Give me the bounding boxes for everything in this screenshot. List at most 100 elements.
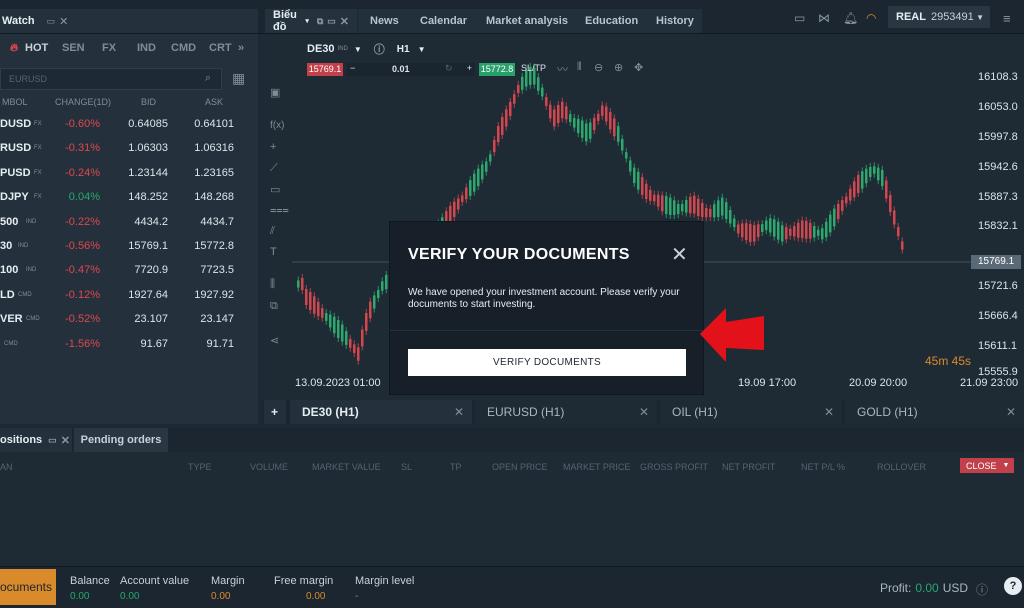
- category-cmd[interactable]: CMD: [171, 42, 196, 54]
- close-icon[interactable]: ✕: [59, 15, 68, 28]
- balance-label: Balance: [70, 575, 110, 587]
- tab-pending-orders[interactable]: Pending orders: [74, 428, 168, 452]
- symbol-type: CMD: [18, 291, 32, 298]
- crosshair-icon[interactable]: +: [270, 141, 276, 153]
- close-icon[interactable]: ✕: [671, 242, 688, 267]
- arrow-icon: [700, 308, 764, 362]
- menu-icon[interactable]: ≡: [1003, 11, 1011, 26]
- buy-button[interactable]: 15772.8: [479, 63, 515, 76]
- tab-history[interactable]: History: [656, 9, 694, 33]
- minus-icon[interactable]: −: [350, 63, 355, 73]
- function-icon[interactable]: f(x): [270, 120, 284, 131]
- category-ind[interactable]: IND: [137, 42, 156, 54]
- column-header[interactable]: MARKET PRICE: [563, 462, 630, 472]
- add-chart-button[interactable]: +: [264, 400, 286, 424]
- column-header[interactable]: NET PROFIT: [722, 462, 775, 472]
- search-input[interactable]: EURUSD ⌕: [0, 68, 222, 90]
- minimize-icon[interactable]: ▭: [47, 16, 56, 27]
- column-header[interactable]: SL: [401, 462, 412, 472]
- grid-view-icon[interactable]: ▦: [232, 70, 245, 87]
- indicator-icon[interactable]: ▣: [270, 86, 280, 99]
- sell-button[interactable]: 15769.1: [307, 63, 343, 76]
- instrument-tag: IND: [337, 46, 348, 52]
- column-header[interactable]: GROSS PROFIT: [640, 462, 708, 472]
- popout-icon[interactable]: ⧉: [317, 16, 323, 27]
- ask: 1927.92: [194, 288, 234, 301]
- column-header[interactable]: NET P/L %: [801, 462, 845, 472]
- line-chart-icon[interactable]: 〰: [557, 61, 568, 77]
- watchlist-row[interactable]: LD CMD -0.12% 1927.64 1927.92: [0, 283, 258, 307]
- minimize-icon[interactable]: ▭: [48, 435, 57, 446]
- column-header[interactable]: ROLLOVER: [877, 462, 926, 472]
- tab-market-analysis[interactable]: Market analysis: [486, 9, 568, 33]
- plus-icon[interactable]: +: [467, 63, 472, 73]
- instrument-selector[interactable]: DE30 IND ▼ ⓘ H1 ▼: [307, 41, 426, 57]
- watchlist-row[interactable]: 30 IND -0.56% 15769.1 15772.8: [0, 234, 258, 258]
- close-all-button[interactable]: CLOSE ▼: [960, 458, 1014, 473]
- close-icon[interactable]: ✕: [454, 405, 464, 419]
- zoom-out-icon[interactable]: ⊖: [594, 61, 603, 74]
- documents-button[interactable]: ocuments: [0, 569, 56, 605]
- column-header[interactable]: TYPE: [188, 462, 212, 472]
- sltp-button[interactable]: SL/TP: [521, 63, 546, 73]
- close-icon[interactable]: ✕: [61, 434, 70, 447]
- help-icon[interactable]: ?: [1004, 577, 1022, 595]
- close-icon[interactable]: ✕: [639, 405, 649, 419]
- column-header[interactable]: VOLUME: [250, 462, 288, 472]
- chart-tab-oil[interactable]: OIL (H1) ✕: [660, 400, 842, 424]
- timeframe[interactable]: H1: [397, 44, 410, 55]
- tab-chart[interactable]: Biểu đồ ▾ ⧉ ▭ ✕: [265, 9, 357, 33]
- column-header[interactable]: OPEN PRICE: [492, 462, 548, 472]
- layers-icon[interactable]: ⧉: [270, 300, 278, 313]
- account-selector[interactable]: REAL 2953491 ▼: [888, 6, 990, 28]
- layout-icon[interactable]: ▭: [794, 11, 805, 25]
- close-icon[interactable]: ✕: [824, 405, 834, 419]
- category-crt[interactable]: CRT: [209, 42, 232, 54]
- volume-input[interactable]: − 0.01 ↻ +: [347, 63, 475, 76]
- column-header[interactable]: TP: [450, 462, 462, 472]
- tab-open-positions[interactable]: ositions ▭ ✕: [0, 428, 72, 452]
- watchlist-row[interactable]: DJPY FX 0.04% 148.252 148.268: [0, 185, 258, 209]
- watchlist-row[interactable]: DUSD FX -0.60% 0.64085 0.64101: [0, 112, 258, 136]
- move-icon[interactable]: ✥: [634, 61, 643, 74]
- close-icon[interactable]: ✕: [340, 15, 349, 28]
- watchlist-row[interactable]: CMD -1.56% 91.67 91.71: [0, 332, 258, 356]
- symbol: RUSD: [0, 142, 32, 155]
- column-header[interactable]: AN: [0, 462, 13, 472]
- watchlist-row[interactable]: PUSD FX -0.24% 1.23144 1.23165: [0, 161, 258, 185]
- watchlist-row[interactable]: 100 IND -0.47% 7720.9 7723.5: [0, 258, 258, 282]
- info-icon[interactable]: ⓘ: [976, 581, 988, 598]
- tab-education[interactable]: Education: [585, 9, 638, 33]
- channel-icon[interactable]: ⫽: [270, 225, 275, 238]
- column-header[interactable]: MARKET VALUE: [312, 462, 381, 472]
- watchlist-row[interactable]: VER CMD -0.52% 23.107 23.147: [0, 307, 258, 331]
- free-margin-value: 0.00: [306, 591, 326, 602]
- chart-tab-gold[interactable]: GOLD (H1) ✕: [845, 400, 1024, 424]
- zoom-in-icon[interactable]: ⊕: [614, 61, 623, 74]
- text-icon[interactable]: T: [270, 246, 277, 258]
- network-icon[interactable]: ⋈: [818, 11, 830, 25]
- chart-tab-de30[interactable]: DE30 (H1) ✕: [290, 400, 472, 424]
- close-icon[interactable]: ✕: [1006, 405, 1016, 419]
- watchlist-row[interactable]: RUSD FX -0.31% 1.06303 1.06316: [0, 136, 258, 160]
- share-icon[interactable]: ⋖: [270, 334, 279, 347]
- category-fx[interactable]: FX: [102, 42, 116, 54]
- category-sen[interactable]: SEN: [62, 42, 85, 54]
- info-icon[interactable]: ⓘ: [374, 41, 385, 57]
- verify-documents-button[interactable]: VERIFY DOCUMENTS: [408, 349, 686, 376]
- chart-tab-eurusd[interactable]: EURUSD (H1) ✕: [475, 400, 657, 424]
- tab-news[interactable]: News: [370, 9, 399, 33]
- line-tool-icon[interactable]: ⟋: [270, 162, 278, 175]
- fibonacci-icon[interactable]: ⩶: [270, 204, 289, 217]
- ruler-icon[interactable]: ⫼: [270, 278, 275, 291]
- symbol: PUSD: [0, 166, 31, 179]
- category-hot[interactable]: HOT: [25, 42, 48, 54]
- watchlist-row[interactable]: 500 IND -0.22% 4434.2 4434.7: [0, 210, 258, 234]
- bell-icon[interactable]: 🔔︎: [843, 11, 858, 25]
- candle-type-icon[interactable]: ⫴: [577, 61, 582, 74]
- rectangle-icon[interactable]: ▭: [270, 183, 280, 196]
- chevron-right-icon[interactable]: »: [238, 42, 244, 54]
- refresh-icon[interactable]: ↻: [445, 63, 453, 74]
- tab-calendar[interactable]: Calendar: [420, 9, 467, 33]
- minimize-icon[interactable]: ▭: [327, 16, 336, 27]
